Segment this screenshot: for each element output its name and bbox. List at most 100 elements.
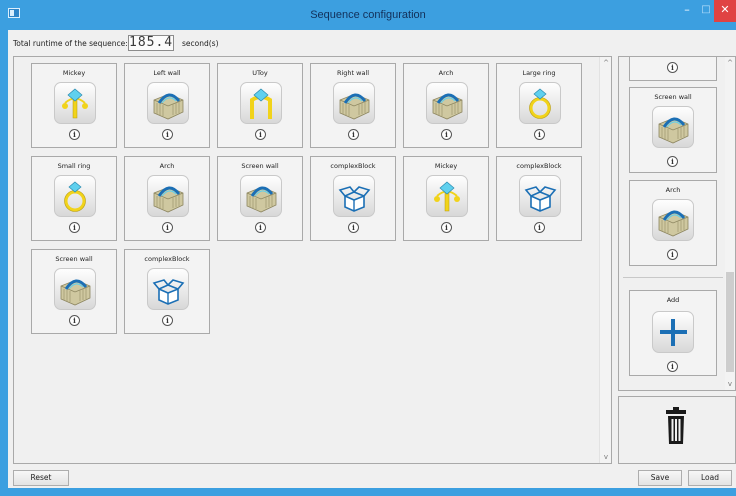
reset-button[interactable]: Reset (13, 470, 69, 486)
info-icon[interactable]: i (667, 62, 678, 73)
runtime-label: Total runtime of the sequence: (13, 39, 128, 48)
add-block-tile[interactable]: Add i (629, 290, 717, 376)
block-image (54, 82, 96, 124)
info-icon[interactable]: i (348, 129, 359, 140)
block-image (519, 175, 561, 217)
scroll-down-arrow[interactable]: v (600, 453, 612, 461)
scroll-up-arrow[interactable]: ^ (600, 59, 612, 67)
sequence-panel[interactable]: ^ v Mickey i Left wall i UToy i Right wall i Arc… (13, 56, 612, 464)
info-icon[interactable]: i (162, 222, 173, 233)
block-image (333, 175, 375, 217)
block-name: Screen wall (241, 162, 279, 170)
palette-block-tile[interactable]: Screen wall i (629, 87, 717, 173)
block-name: Arch (159, 162, 175, 170)
load-button[interactable]: Load (688, 470, 732, 486)
mickey-icon (434, 181, 460, 212)
sequence-block-tile[interactable]: Arch i (403, 63, 489, 148)
block-name: complexBlock (330, 162, 376, 170)
block-palette-panel[interactable]: ^ v i Screen wall i Arch i Add i (618, 56, 736, 391)
wall-icon (246, 186, 277, 213)
info-icon[interactable]: i (69, 315, 80, 326)
info-icon[interactable]: i (441, 222, 452, 233)
save-button[interactable]: Save (638, 470, 682, 486)
sequence-block-tile[interactable]: Right wall i (310, 63, 396, 148)
sequence-block-tile[interactable]: complexBlock i (310, 156, 396, 241)
sequence-block-tile[interactable]: Arch i (124, 156, 210, 241)
app-window: Sequence configuration – □ ✕ Total runti… (0, 0, 736, 496)
minimize-button[interactable]: – (676, 0, 698, 22)
info-icon[interactable]: i (255, 129, 266, 140)
window-title: Sequence configuration (310, 9, 426, 21)
trash-icon (666, 407, 686, 444)
close-button[interactable]: ✕ (714, 0, 736, 22)
block-name: complexBlock (144, 255, 190, 263)
info-icon[interactable]: i (162, 315, 173, 326)
block-image (240, 175, 282, 217)
block-name: Mickey (434, 162, 458, 170)
info-icon[interactable]: i (667, 361, 678, 372)
block-name: Arch (665, 186, 681, 194)
sequence-block-tile[interactable]: complexBlock i (124, 249, 210, 334)
info-icon[interactable]: i (534, 222, 545, 233)
block-name: complexBlock (516, 162, 562, 170)
box-icon (152, 279, 185, 305)
block-name: Right wall (336, 69, 370, 77)
info-icon[interactable]: i (162, 129, 173, 140)
block-image (652, 199, 694, 241)
block-name: Arch (438, 69, 454, 77)
box-icon (524, 186, 557, 212)
info-icon[interactable]: i (534, 129, 545, 140)
title-bar[interactable]: Sequence configuration – □ ✕ (0, 0, 736, 30)
sequence-scrollbar[interactable]: ^ v (599, 57, 611, 463)
info-icon[interactable]: i (69, 222, 80, 233)
palette-block-tile[interactable]: i (629, 57, 717, 81)
sequence-block-tile[interactable]: Mickey i (403, 156, 489, 241)
palette-scroll-down-arrow[interactable]: v (725, 380, 735, 388)
block-image (147, 82, 189, 124)
block-image (426, 175, 468, 217)
sequence-block-tile[interactable]: Screen wall i (217, 156, 303, 241)
info-icon[interactable]: i (441, 129, 452, 140)
dialog-body: Total runtime of the sequence: 185.4 sec… (8, 30, 736, 488)
maximize-button[interactable]: □ (698, 0, 714, 22)
block-image (519, 82, 561, 124)
wall-icon (658, 117, 689, 144)
wall-icon (60, 279, 91, 306)
block-name: Screen wall (55, 255, 93, 263)
wall-icon (658, 210, 689, 237)
runtime-display: 185.4 (128, 35, 174, 51)
wall-icon (339, 93, 370, 120)
sequence-block-tile[interactable]: Mickey i (31, 63, 117, 148)
block-name: Large ring (522, 69, 556, 77)
ring-icon (64, 181, 86, 212)
sequence-block-tile[interactable]: Small ring i (31, 156, 117, 241)
wall-icon (153, 186, 184, 213)
block-name: Add (666, 296, 680, 304)
utoy-icon (250, 88, 272, 119)
block-name: Left wall (153, 69, 181, 77)
info-icon[interactable]: i (348, 222, 359, 233)
info-icon[interactable]: i (69, 129, 80, 140)
block-image (652, 106, 694, 148)
sequence-block-tile[interactable]: UToy i (217, 63, 303, 148)
palette-block-tile[interactable]: Arch i (629, 180, 717, 266)
sequence-block-tile[interactable]: Large ring i (496, 63, 582, 148)
sequence-block-tile[interactable]: Left wall i (124, 63, 210, 148)
block-name: Screen wall (654, 93, 692, 101)
palette-scrollbar[interactable]: ^ v (725, 57, 735, 390)
palette-scroll-up-arrow[interactable]: ^ (725, 59, 735, 67)
plus-icon (660, 319, 687, 346)
runtime-row: Total runtime of the sequence: 185.4 sec… (8, 30, 608, 56)
info-icon[interactable]: i (667, 249, 678, 260)
block-name: UToy (252, 69, 268, 77)
block-image (240, 82, 282, 124)
sequence-block-tile[interactable]: Screen wall i (31, 249, 117, 334)
wall-icon (153, 93, 184, 120)
palette-scroll-thumb[interactable] (726, 272, 734, 372)
sequence-block-tile[interactable]: complexBlock i (496, 156, 582, 241)
block-image (147, 175, 189, 217)
info-icon[interactable]: i (667, 156, 678, 167)
info-icon[interactable]: i (255, 222, 266, 233)
trash-drop-zone[interactable] (618, 396, 736, 464)
block-name: Mickey (62, 69, 86, 77)
